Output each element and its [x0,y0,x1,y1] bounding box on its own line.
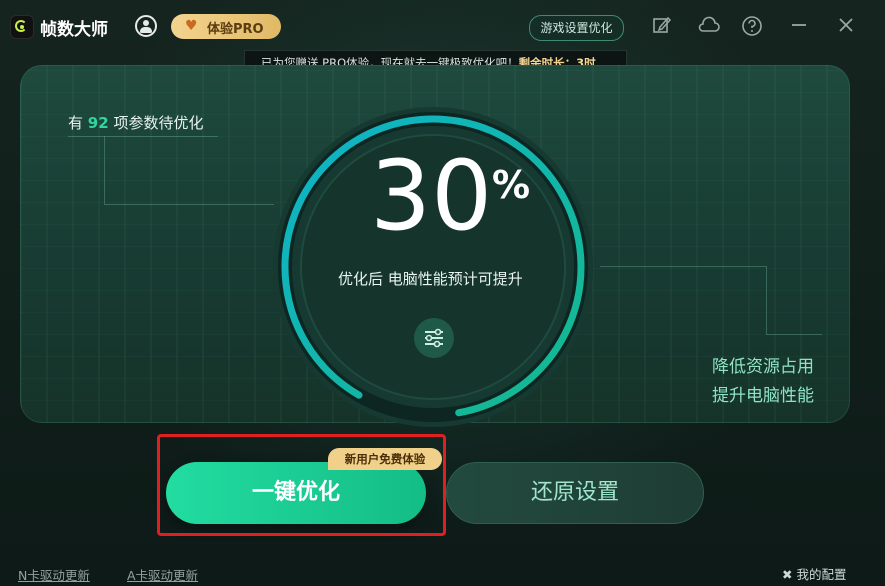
params-count: 92 [87,114,109,132]
game-settings-button[interactable]: 游戏设置优化 [529,15,624,41]
restore-settings-button[interactable]: 还原设置 [446,462,704,524]
percent-caption: 优化后 电脑性能预计可提升 [338,270,523,288]
params-suffix: 项参数待优化 [113,114,204,132]
cloud-icon[interactable] [697,15,720,37]
close-icon[interactable] [835,15,857,37]
decor-line [766,334,822,335]
decor-line [766,266,767,334]
decor-line [104,136,105,204]
footer-bar: N卡驱动更新 A卡驱动更新 ✖ 我的配置 [0,554,885,586]
percent-value: 30 [370,140,493,252]
n-driver-update-link[interactable]: N卡驱动更新 [18,565,90,584]
pro-trial-label: 体验PRO [207,22,264,37]
a-driver-update-link[interactable]: A卡驱动更新 [127,565,198,584]
decor-line [600,266,766,267]
edit-icon[interactable] [651,15,673,37]
benefit-reduce-resources: 降低资源占用 [712,357,814,377]
tools-icon: ✖ [782,567,793,582]
percent-sign: % [492,163,531,207]
diamond-heart-icon: ♥ [185,18,198,34]
decor-line [104,204,274,205]
app-title: 帧数大师 [40,20,108,40]
pro-trial-button[interactable]: ♥ 体验PRO [171,14,281,39]
my-config-button[interactable]: ✖ 我的配置 [782,564,846,583]
minimize-icon[interactable] [788,15,810,37]
my-config-label: 我的配置 [796,567,847,582]
title-bar: 帧数大师 ♥ 体验PRO 游戏设置优化 [0,0,885,54]
params-pending: 有 92 项参数待优化 [68,112,203,133]
highlight-box [157,434,446,536]
user-avatar-icon[interactable] [135,15,157,37]
decor-line [68,136,218,137]
benefit-boost-performance: 提升电脑性能 [712,386,814,406]
params-prefix: 有 [68,114,84,132]
help-icon[interactable] [741,15,763,37]
tuning-sliders-icon [414,318,454,358]
app-logo-icon [10,15,34,39]
